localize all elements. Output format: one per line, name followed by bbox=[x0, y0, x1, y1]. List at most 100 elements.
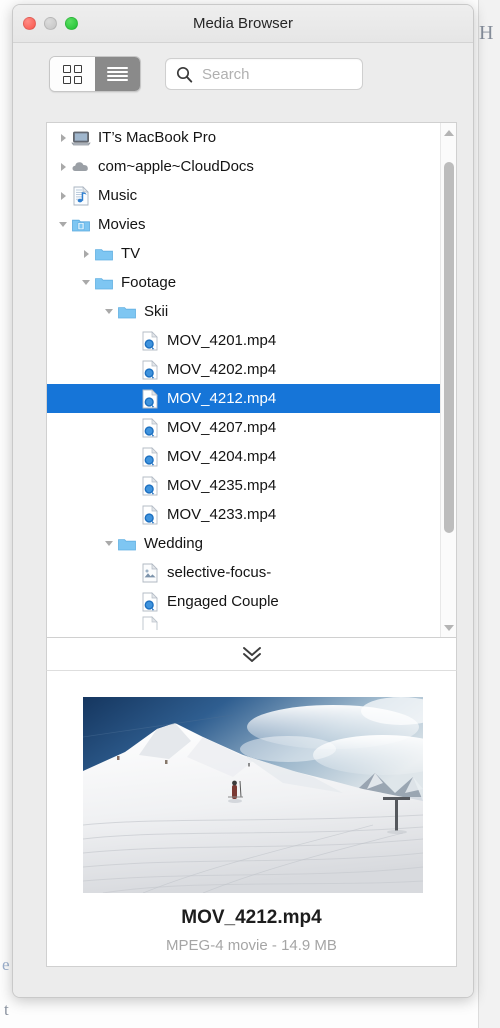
disclosure-triangle-open[interactable] bbox=[55, 210, 71, 239]
tree-row[interactable]: MOV_4201.mp4 bbox=[47, 326, 440, 355]
window-bottom-padding bbox=[13, 967, 473, 997]
folder-icon bbox=[118, 538, 136, 550]
tree-row-label: com~apple~CloudDocs bbox=[98, 158, 254, 175]
window-titlebar: Media Browser bbox=[13, 5, 473, 43]
music-doc-icon bbox=[71, 185, 91, 206]
tree-row[interactable]: TV bbox=[47, 239, 440, 268]
disclosure-triangle-closed[interactable] bbox=[55, 152, 71, 181]
tree-row[interactable]: Footage bbox=[47, 268, 440, 297]
view-mode-segmented-control bbox=[49, 56, 141, 92]
tree-row[interactable]: MOV_4212.mp4 bbox=[47, 384, 440, 413]
scroll-down-button[interactable] bbox=[441, 620, 456, 635]
tree-row[interactable]: selective-focus- bbox=[47, 558, 440, 587]
tree-row-label: Wedding bbox=[144, 535, 203, 552]
tree-row[interactable]: MOV_4204.mp4 bbox=[47, 442, 440, 471]
movies-folder-icon bbox=[71, 215, 91, 235]
media-tree-list[interactable]: IT’s MacBook Pro com~apple~CloudDocs Music… bbox=[47, 123, 440, 637]
background-window-right-panel bbox=[478, 0, 500, 1028]
folder-icon bbox=[94, 244, 114, 264]
tree-row[interactable]: IT’s MacBook Pro bbox=[47, 123, 440, 152]
cloud-icon bbox=[72, 161, 88, 171]
tree-row[interactable] bbox=[47, 616, 440, 630]
tree-row-label: MOV_4201.mp4 bbox=[167, 332, 277, 349]
tree-row-label: MOV_4207.mp4 bbox=[167, 419, 277, 436]
tree-row-label: MOV_4235.mp4 bbox=[167, 477, 277, 494]
panel-collapse-bar[interactable] bbox=[46, 638, 457, 671]
tree-row-label: IT’s MacBook Pro bbox=[98, 129, 217, 146]
quicktime-movie-icon bbox=[142, 417, 158, 437]
scrollbar-thumb[interactable] bbox=[444, 162, 454, 534]
list-view-button[interactable] bbox=[95, 57, 140, 91]
window-title: Media Browser bbox=[192, 15, 294, 32]
tree-row-label: MOV_4202.mp4 bbox=[167, 361, 277, 378]
quicktime-movie-icon bbox=[142, 475, 158, 495]
disclosure-triangle-open[interactable] bbox=[78, 268, 94, 297]
folder-icon bbox=[94, 273, 114, 293]
tree-row-label: MOV_4212.mp4 bbox=[167, 390, 277, 407]
quicktime-movie-icon bbox=[142, 446, 158, 466]
media-browser-window: Media Browser Search IT’s MacBook Pro co… bbox=[12, 4, 474, 998]
folder-icon bbox=[118, 306, 136, 318]
tree-row[interactable]: Movies bbox=[47, 210, 440, 239]
quicktime-movie-icon bbox=[140, 591, 160, 612]
search-field[interactable]: Search bbox=[165, 58, 363, 90]
grid-view-icon bbox=[63, 64, 82, 84]
tree-row[interactable]: MOV_4202.mp4 bbox=[47, 355, 440, 384]
background-glyph-left-mid: e bbox=[2, 955, 10, 974]
search-input-placeholder: Search bbox=[202, 65, 250, 83]
disclosure-triangle-open[interactable] bbox=[101, 529, 117, 558]
search-icon bbox=[176, 66, 193, 83]
disclosure-triangle-open[interactable] bbox=[101, 297, 117, 326]
preview-panel: MOV_4212.mp4 MPEG-4 movie - 14.9 MB bbox=[46, 671, 457, 967]
quicktime-movie-icon bbox=[140, 417, 160, 438]
scroll-up-button[interactable] bbox=[441, 125, 456, 140]
disclosure-triangle-closed[interactable] bbox=[55, 123, 71, 152]
double-chevron-down-icon bbox=[242, 647, 261, 662]
preview-file-name: MOV_4212.mp4 bbox=[181, 907, 322, 928]
tree-row-label: Engaged Couple bbox=[167, 593, 279, 610]
tree-row[interactable]: Music bbox=[47, 181, 440, 210]
quicktime-movie-icon bbox=[142, 591, 158, 611]
quicktime-movie-icon bbox=[140, 330, 160, 351]
quicktime-movie-icon bbox=[140, 475, 160, 496]
preview-file-meta: MPEG-4 movie - 14.9 MB bbox=[166, 937, 337, 954]
list-view-icon bbox=[107, 66, 128, 82]
folder-icon bbox=[117, 302, 137, 322]
folder-icon bbox=[95, 248, 113, 260]
tree-row[interactable]: MOV_4235.mp4 bbox=[47, 471, 440, 500]
quicktime-movie-icon bbox=[142, 504, 158, 524]
tree-row[interactable]: Wedding bbox=[47, 529, 440, 558]
quicktime-movie-icon bbox=[142, 359, 158, 379]
tree-row[interactable]: MOV_4207.mp4 bbox=[47, 413, 440, 442]
tree-row-label: selective-focus- bbox=[167, 564, 272, 581]
media-tree-panel: IT’s MacBook Pro com~apple~CloudDocs Music… bbox=[46, 122, 457, 638]
quicktime-movie-icon bbox=[142, 330, 158, 350]
tree-row[interactable]: com~apple~CloudDocs bbox=[47, 152, 440, 181]
grid-view-button[interactable] bbox=[50, 57, 95, 91]
tree-row-label: Skii bbox=[144, 303, 169, 320]
tree-row-label: MOV_4233.mp4 bbox=[167, 506, 277, 523]
generic-doc-icon bbox=[140, 616, 160, 630]
disclosure-triangle-closed[interactable] bbox=[55, 181, 71, 210]
background-glyph-top-right: H bbox=[479, 22, 494, 44]
quicktime-movie-icon bbox=[140, 388, 160, 409]
tree-row[interactable]: MOV_4233.mp4 bbox=[47, 500, 440, 529]
disclosure-triangle-closed[interactable] bbox=[78, 239, 94, 268]
music-doc-icon bbox=[73, 185, 89, 205]
tree-vertical-scrollbar[interactable] bbox=[440, 123, 456, 637]
background-glyph-left-low: t bbox=[4, 1000, 9, 1019]
tree-row[interactable]: Engaged Couple bbox=[47, 587, 440, 616]
folder-icon bbox=[117, 534, 137, 554]
tree-row-label: Movies bbox=[98, 216, 146, 233]
tree-row-label: Footage bbox=[121, 274, 177, 291]
laptop-icon bbox=[71, 131, 91, 145]
laptop-icon bbox=[71, 128, 91, 148]
tree-row[interactable]: Skii bbox=[47, 297, 440, 326]
